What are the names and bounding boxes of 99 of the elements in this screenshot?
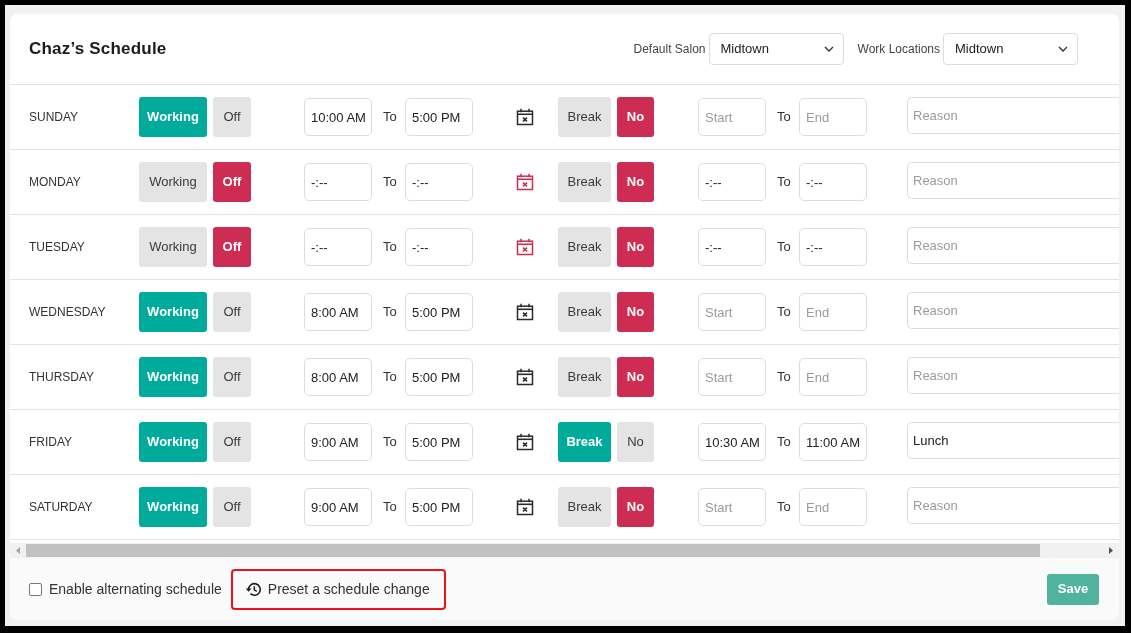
break-start-field[interactable]: Start (698, 358, 766, 396)
break-option-button[interactable]: No (617, 487, 654, 527)
break-option-button[interactable]: No (617, 97, 654, 137)
reason-field[interactable]: Reason (907, 292, 1119, 329)
to-label: To (776, 303, 792, 322)
start-time-field[interactable]: -:-- (304, 163, 372, 201)
to-label: To (776, 173, 792, 192)
checkbox-label: Enable alternating schedule (49, 579, 222, 599)
calendar-x-icon (516, 238, 534, 256)
reason-field[interactable]: Reason (907, 162, 1119, 199)
calendar-x-icon (516, 433, 534, 451)
break-option-button[interactable]: Break (558, 357, 611, 397)
calendar-x-icon (516, 108, 534, 126)
end-time-field[interactable]: 5:00 PM (405, 488, 473, 526)
break-option-button[interactable]: Break (558, 227, 611, 267)
alternating-schedule-checkbox[interactable] (29, 582, 42, 596)
calendar-x-icon (516, 173, 534, 191)
day-label: FRIDAY (29, 434, 74, 451)
end-time-field[interactable]: 5:00 PM (405, 423, 473, 461)
status-option-button[interactable]: Working (139, 227, 207, 267)
break-start-field[interactable]: Start (698, 98, 766, 136)
start-time-field[interactable]: 8:00 AM (304, 293, 372, 331)
chevron-down-icon (1058, 46, 1068, 52)
start-time-field[interactable]: 8:00 AM (304, 358, 372, 396)
to-label: To (382, 498, 398, 517)
location-select[interactable]: Midtown (943, 33, 1078, 65)
break-end-field[interactable]: -:-- (799, 163, 867, 201)
end-time-field[interactable]: 5:00 PM (405, 98, 473, 136)
break-end-field[interactable]: End (799, 488, 867, 526)
calendar-x-icon (516, 303, 534, 321)
reason-field[interactable]: Reason (907, 357, 1119, 394)
location-select[interactable]: Midtown (708, 33, 844, 65)
to-label: To (382, 368, 398, 387)
status-option-button[interactable]: Off (213, 292, 251, 332)
chevron-down-icon (823, 46, 834, 52)
break-end-field[interactable]: End (799, 293, 867, 331)
break-start-field[interactable]: 10:30 AM (698, 423, 766, 461)
reason-field[interactable]: Reason (907, 97, 1119, 134)
status-option-button[interactable]: Off (213, 162, 251, 202)
to-label: To (776, 238, 792, 257)
start-time-field[interactable]: 9:00 AM (304, 423, 372, 461)
calendar-x-icon (516, 498, 534, 516)
start-time-field[interactable]: 10:00 AM (304, 98, 372, 136)
scrollbar-thumb[interactable] (26, 544, 1040, 557)
status-option-button[interactable]: Working (139, 162, 207, 202)
day-label: SUNDAY (29, 109, 80, 126)
status-option-button[interactable]: Off (213, 357, 251, 397)
to-label: To (776, 108, 792, 127)
day-label: WEDNESDAY (29, 304, 107, 321)
to-label: To (776, 498, 792, 517)
filter-label: Default Salon (633, 41, 706, 58)
status-option-button[interactable]: Off (213, 97, 251, 137)
to-label: To (382, 433, 398, 452)
to-label: To (382, 173, 398, 192)
reason-field[interactable]: Lunch (907, 422, 1119, 459)
to-label: To (382, 238, 398, 257)
break-option-button[interactable]: No (617, 357, 654, 397)
break-option-button[interactable]: Break (558, 487, 611, 527)
scroll-right-arrow-icon[interactable] (1109, 547, 1113, 554)
break-option-button[interactable]: No (617, 162, 654, 202)
status-option-button[interactable]: Off (213, 487, 251, 527)
calendar-x-icon (516, 368, 534, 386)
break-option-button[interactable]: No (617, 422, 654, 462)
end-time-field[interactable]: -:-- (405, 163, 473, 201)
break-end-field[interactable]: -:-- (799, 228, 867, 266)
to-label: To (382, 303, 398, 322)
end-time-field[interactable]: 5:00 PM (405, 293, 473, 331)
schedule-title: Chaz’s Schedule (29, 38, 167, 61)
break-start-field[interactable]: Start (698, 488, 766, 526)
break-end-field[interactable]: End (799, 98, 867, 136)
status-option-button[interactable]: Off (213, 227, 251, 267)
to-label: To (776, 433, 792, 452)
reason-field[interactable]: Reason (907, 487, 1119, 524)
start-time-field[interactable]: 9:00 AM (304, 488, 372, 526)
status-option-button[interactable]: Off (213, 422, 251, 462)
day-label: SATURDAY (29, 499, 94, 516)
filter-label: Work Locations (857, 41, 940, 58)
to-label: To (776, 368, 792, 387)
break-option-button[interactable]: Break (558, 97, 611, 137)
end-time-field[interactable]: -:-- (405, 228, 473, 266)
break-option-button[interactable]: Break (558, 292, 611, 332)
break-start-field[interactable]: Start (698, 293, 766, 331)
to-label: To (382, 108, 398, 127)
history-icon (244, 581, 261, 597)
preset-schedule-change-button[interactable]: Preset a schedule change (230, 568, 446, 610)
scroll-left-arrow-icon[interactable] (16, 547, 20, 554)
break-option-button[interactable]: No (617, 292, 654, 332)
day-label: THURSDAY (29, 369, 96, 386)
break-end-field[interactable]: End (799, 358, 867, 396)
reason-field[interactable]: Reason (907, 227, 1119, 264)
break-option-button[interactable]: Break (558, 162, 611, 202)
start-time-field[interactable]: -:-- (304, 228, 372, 266)
break-start-field[interactable]: -:-- (698, 163, 766, 201)
day-label: MONDAY (29, 174, 82, 191)
break-option-button[interactable]: No (617, 227, 654, 267)
day-label: TUESDAY (29, 239, 86, 256)
break-end-field[interactable]: 11:00 AM (799, 423, 867, 461)
end-time-field[interactable]: 5:00 PM (405, 358, 473, 396)
break-start-field[interactable]: -:-- (698, 228, 766, 266)
